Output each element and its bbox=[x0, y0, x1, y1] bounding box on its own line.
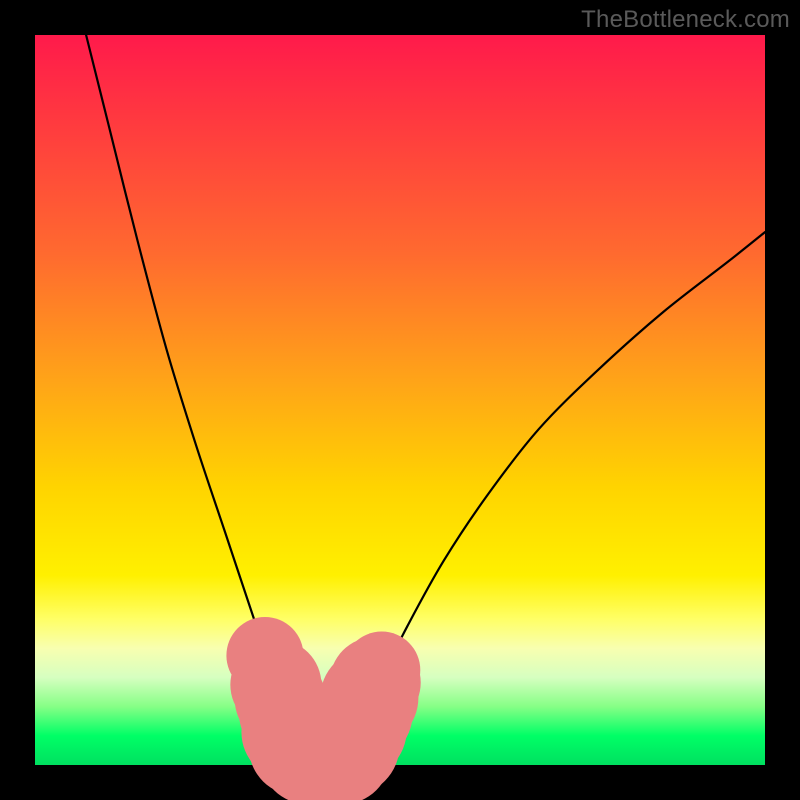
highlight-dots-group bbox=[226, 617, 420, 800]
highlight-dot bbox=[343, 632, 420, 709]
chart-svg bbox=[35, 35, 765, 765]
watermark-text: TheBottleneck.com bbox=[581, 6, 790, 34]
chart-frame: TheBottleneck.com bbox=[0, 0, 800, 800]
plot-area bbox=[35, 35, 765, 765]
